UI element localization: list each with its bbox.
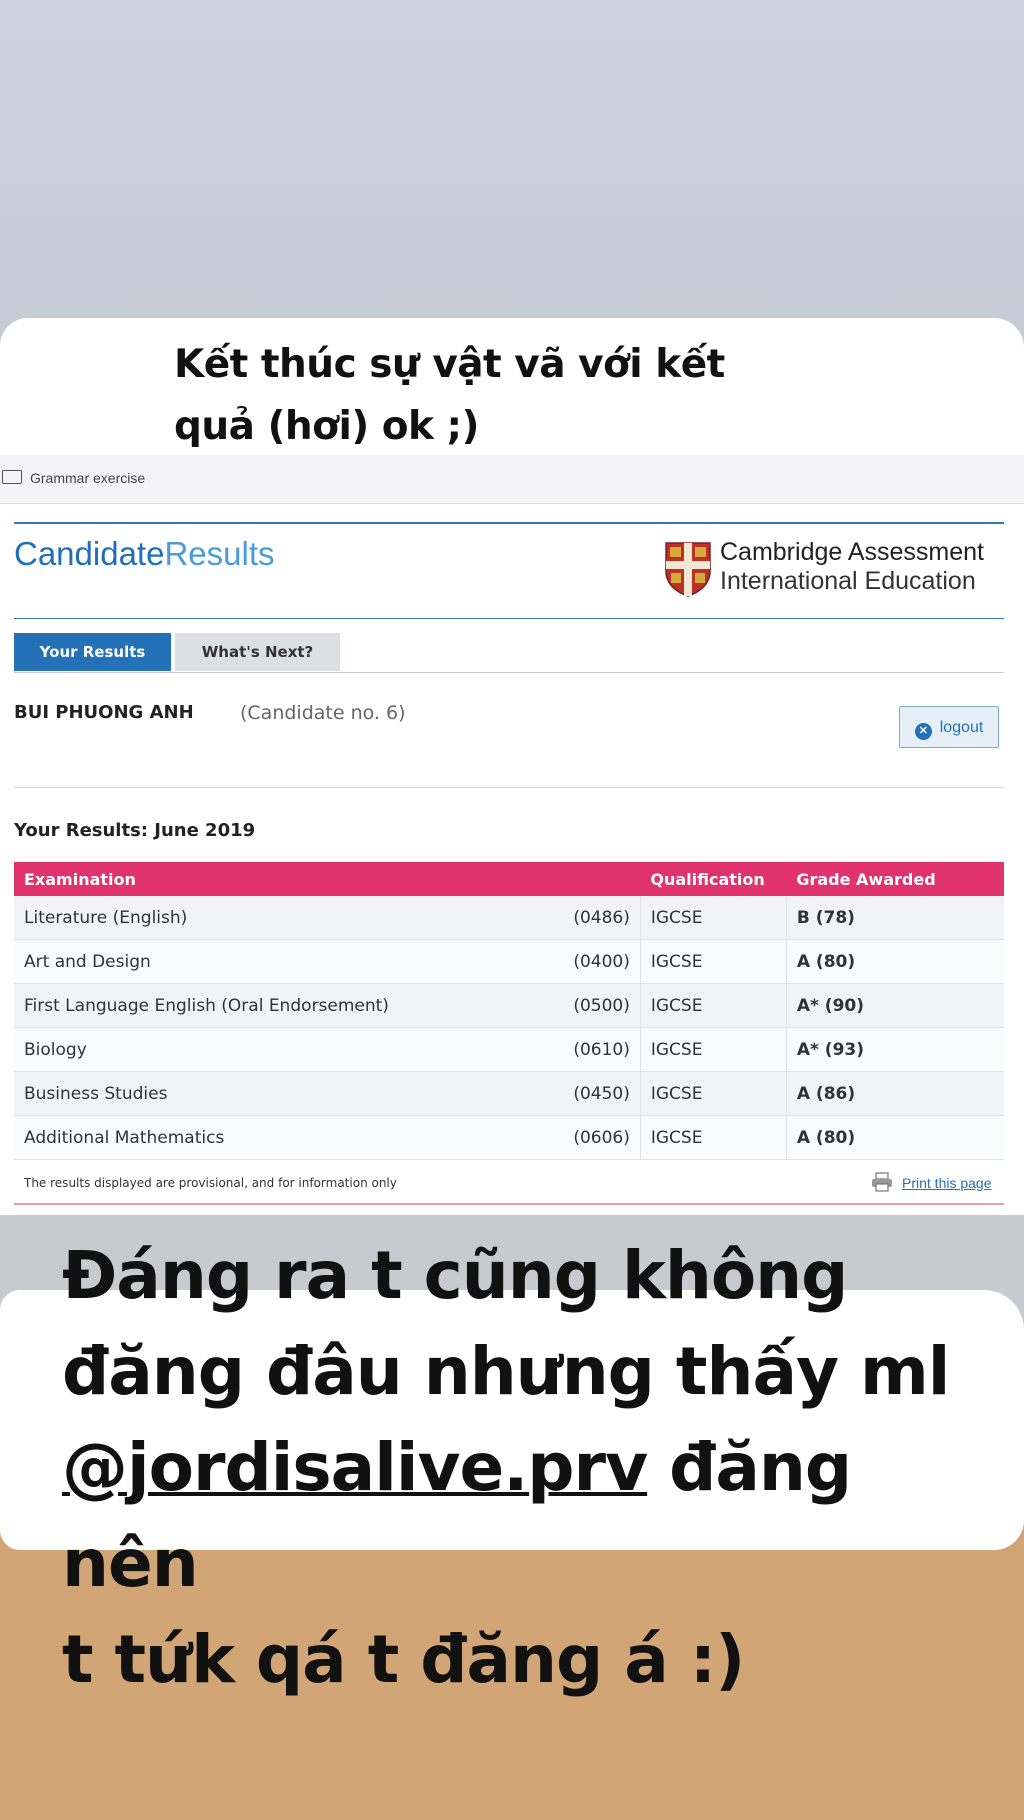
results-heading: Your Results: June 2019 [14,820,256,841]
qualification: IGCSE [640,939,787,984]
exam-code: (0450) [539,1071,641,1116]
exam-name: Art and Design [14,939,540,984]
table-row: Art and Design (0400) IGCSE A (80) [14,939,1004,984]
exam-code: (0500) [539,983,641,1028]
grade: A* (90) [786,983,1004,1028]
exam-code: (0606) [539,1115,641,1160]
redaction-mark [220,735,760,787]
exam-code: (0486) [539,896,641,940]
qualification: IGCSE [640,1027,787,1072]
mention-link[interactable]: @jordisalive.prv [62,1429,648,1506]
footer-rule [14,1203,1004,1205]
grade: B (78) [786,896,1004,940]
qualification: IGCSE [640,983,787,1028]
print-page-link[interactable]: Print this page [902,1175,992,1191]
brand-part-1: Candidate [14,535,165,572]
header-rule [14,522,1004,524]
exam-name: Literature (English) [14,896,540,940]
bookmark-item[interactable]: Grammar exercise [2,470,145,486]
folder-icon [2,470,22,484]
candidate-rule [14,787,1004,788]
candidate-name: BUI PHUONG ANH [14,702,194,723]
qualification: IGCSE [640,1115,787,1160]
bottom-caption-line-3: @jordisalive.prv đăng nên [62,1420,1002,1612]
qualification: IGCSE [640,896,787,940]
printer-icon[interactable] [870,1172,894,1192]
exam-name: Additional Mathematics [14,1115,540,1160]
exam-name: Business Studies [14,1071,540,1116]
logout-button[interactable]: ✕ logout [899,706,999,748]
org-line-2: International Education [720,567,976,595]
candidate-number: (Candidate no. 6) [240,702,406,724]
tab-whats-next[interactable]: What's Next? [175,633,340,671]
tabs-rule [14,672,1004,673]
brand-part-2: Results [164,535,275,572]
exam-name: Biology [14,1027,540,1072]
grade: A (86) [786,1071,1004,1116]
candidate-results-logo: CandidateResults [14,535,275,573]
top-caption-line-2: quả (hơi) ok ;) [174,404,479,449]
grade: A (80) [786,939,1004,984]
grade: A* (93) [786,1027,1004,1072]
bottom-caption-line-2: đăng đâu nhưng thấy ml [62,1333,950,1410]
table-row: First Language English (Oral Endorsement… [14,983,1004,1028]
bottom-caption-line-4: t tứk qá t đăng á :) [62,1621,745,1698]
exam-name: First Language English (Oral Endorsement… [14,983,540,1028]
column-header-qualification: Qualification [640,862,787,896]
header-bottom-rule [14,618,1004,619]
top-caption: Kết thúc sự vật vã với kết quả (hơi) ok … [174,334,794,458]
provisional-footnote: The results displayed are provisional, a… [24,1176,397,1190]
logout-label: logout [939,719,984,736]
column-header-examination: Examination [14,862,641,896]
close-circle-icon: ✕ [914,723,932,740]
exam-code: (0400) [539,939,641,984]
cambridge-shield-icon [665,542,711,597]
qualification: IGCSE [640,1071,787,1116]
table-row: Additional Mathematics (0606) IGCSE A (8… [14,1115,1004,1160]
bottom-caption: Đáng ra t cũng không đăng đâu nhưng thấy… [62,1228,1002,1708]
bookmark-bar [0,455,1024,504]
table-row: Business Studies (0450) IGCSE A (86) [14,1071,1004,1116]
results-table: Examination Qualification Grade Awarded … [14,862,1004,1160]
table-row: Literature (English) (0486) IGCSE B (78) [14,896,1004,940]
bottom-caption-line-1: Đáng ra t cũng không [62,1237,848,1314]
tab-your-results[interactable]: Your Results [14,633,171,671]
org-line-1: Cambridge Assessment [720,538,985,566]
bookmark-label: Grammar exercise [30,470,146,486]
exam-code: (0610) [539,1027,641,1072]
top-caption-line-1: Kết thúc sự vật vã với kết [174,342,725,387]
column-header-grade: Grade Awarded [786,862,1004,896]
table-row: Biology (0610) IGCSE A* (93) [14,1027,1004,1072]
grade: A (80) [786,1115,1004,1160]
cambridge-org-name: Cambridge Assessment International Educa… [720,538,984,596]
table-header-row: Examination Qualification Grade Awarded [14,862,1004,896]
